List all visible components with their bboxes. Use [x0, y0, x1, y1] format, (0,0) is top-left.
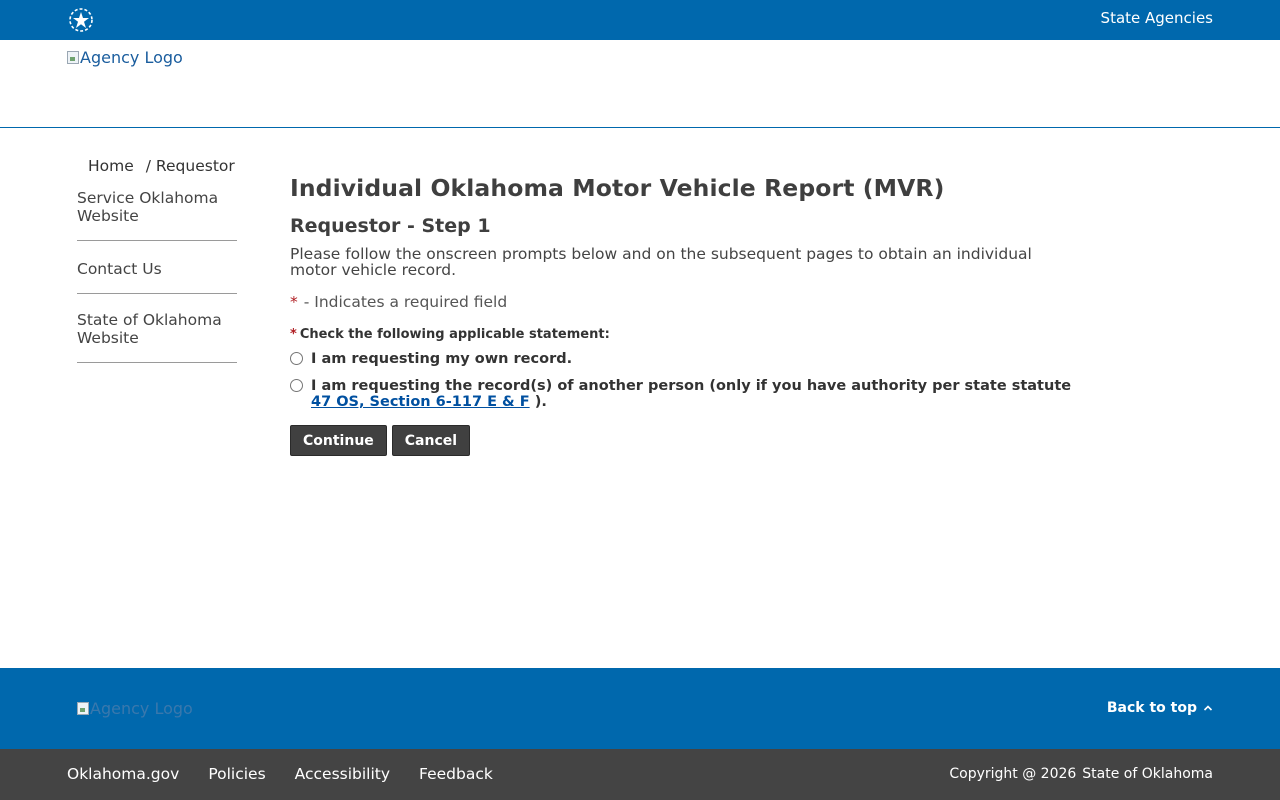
sidebar-item-service-oklahoma[interactable]: Service Oklahoma Website [77, 189, 237, 241]
agency-logo[interactable]: Agency Logo [67, 48, 183, 67]
copyright: Copyright @ 2026 State of Oklahoma [949, 766, 1213, 782]
sidebar: Service Oklahoma Website Contact Us Stat… [77, 189, 237, 380]
sidebar-item-contact-us[interactable]: Contact Us [77, 258, 237, 294]
required-asterisk: * [290, 327, 297, 342]
breadcrumb: Home / Requestor [88, 157, 235, 175]
cancel-button[interactable]: Cancel [391, 425, 471, 456]
copyright-owner: State of Oklahoma [1082, 766, 1213, 782]
top-bar: State Agencies [0, 0, 1280, 40]
site-header: Agency Logo [0, 40, 1280, 128]
back-to-top-link[interactable]: Back to top [1107, 700, 1213, 716]
statute-link[interactable]: 47 OS, Section 6-117 E & F [311, 394, 530, 410]
own-record-label: I am requesting my own record. [311, 351, 573, 367]
footer-link-oklahoma-gov[interactable]: Oklahoma.gov [67, 765, 179, 783]
sidebar-item-state-of-oklahoma[interactable]: State of Oklahoma Website [77, 311, 237, 363]
broken-image-icon [77, 702, 89, 715]
option-own-record[interactable]: I am requesting my own record. [290, 351, 1080, 367]
another-person-label-text: I am requesting the record(s) of another… [311, 378, 1072, 394]
state-agencies-link[interactable]: State Agencies [1101, 9, 1213, 27]
instructions-text: Please follow the onscreen prompts below… [290, 245, 1032, 279]
another-person-radio[interactable] [290, 379, 303, 392]
agency-logo-alt-text: Agency Logo [80, 48, 183, 67]
footer-link-policies[interactable]: Policies [208, 765, 265, 783]
own-record-radio[interactable] [290, 352, 303, 365]
question-label: * Check the following applicable statemen… [290, 326, 1080, 344]
back-to-top-label: Back to top [1106, 700, 1197, 716]
main-content: Individual Oklahoma Motor Vehicle Report… [290, 173, 1080, 456]
star-seal-icon[interactable] [69, 8, 93, 32]
footer-link-accessibility[interactable]: Accessibility [295, 765, 390, 783]
bottom-bar: Oklahoma.gov Policies Accessibility Feed… [0, 749, 1280, 800]
breadcrumb-current: / Requestor [145, 157, 235, 175]
footer: Agency Logo Back to top [0, 668, 1280, 749]
another-person-label: I am requesting the record(s) of another… [311, 378, 1080, 410]
footer-agency-logo[interactable]: Agency Logo [77, 699, 193, 718]
footer-link-feedback[interactable]: Feedback [419, 765, 493, 783]
step-title: Requestor - Step 1 [290, 215, 491, 237]
continue-button[interactable]: Continue [290, 425, 387, 456]
another-person-label-suffix: ). [534, 394, 547, 410]
page-title: Individual Oklahoma Motor Vehicle Report… [290, 174, 945, 202]
option-another-person[interactable]: I am requesting the record(s) of another… [290, 378, 1080, 410]
required-field-note: * - Indicates a required field [290, 292, 1080, 312]
required-asterisk: * [290, 293, 298, 311]
chevron-up-icon [1203, 705, 1213, 711]
required-note-text: - Indicates a required field [303, 293, 508, 311]
footer-logo-alt-text: Agency Logo [90, 699, 193, 718]
breadcrumb-home-link[interactable]: Home [88, 157, 134, 175]
copyright-prefix: Copyright @ 2026 [949, 766, 1077, 782]
broken-image-icon [67, 51, 79, 64]
question-text: Check the following applicable statement… [299, 327, 610, 342]
footer-links: Oklahoma.gov Policies Accessibility Feed… [67, 765, 493, 783]
form-buttons: Continue Cancel [290, 425, 1080, 456]
